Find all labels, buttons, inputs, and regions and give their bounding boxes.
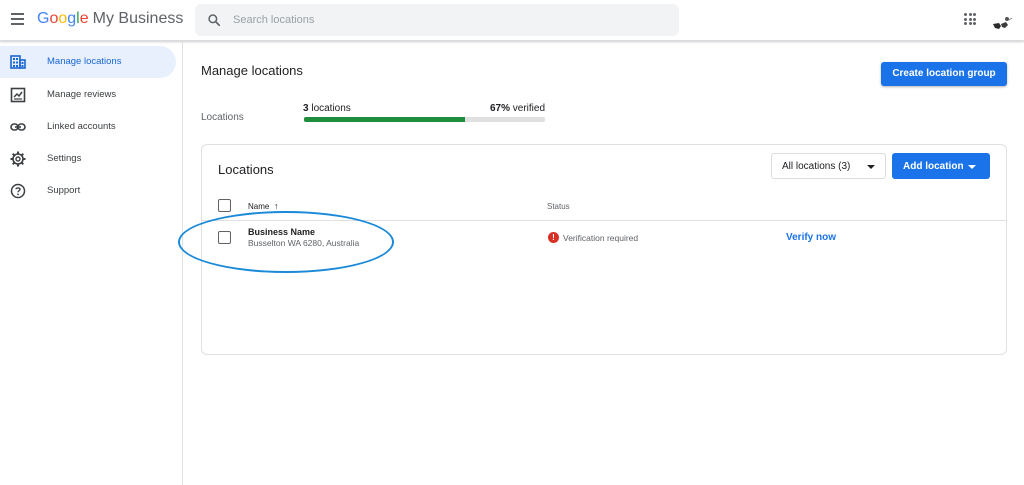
building-icon (10, 55, 26, 69)
sidebar-item-support[interactable]: Support (0, 175, 176, 207)
link-icon (10, 123, 26, 131)
location-filter-dropdown[interactable]: All locations (3) (771, 153, 886, 179)
sidebar-item-settings[interactable]: Settings (0, 143, 176, 175)
logo-letter: g (67, 10, 77, 27)
verified-percent-text: verified (509, 103, 545, 114)
search-icon (208, 14, 221, 27)
verify-now-link[interactable]: Verify now (786, 232, 836, 243)
dropdown-caret-icon (968, 165, 976, 169)
filter-selected-value: All locations (3) (782, 161, 851, 172)
avatar[interactable] (990, 10, 1014, 34)
sort-ascending-icon[interactable]: ↑ (274, 201, 279, 211)
sidebar-item-label: Manage locations (47, 56, 122, 67)
sidebar-item-label: Linked accounts (47, 121, 116, 132)
menu-icon[interactable] (11, 13, 24, 25)
product-name: My Business (92, 10, 184, 27)
dropdown-caret-icon (867, 165, 875, 169)
select-all-checkbox[interactable] (218, 199, 231, 212)
locations-count: 3 locations (303, 103, 351, 114)
verification-progress-bar (304, 117, 545, 122)
gear-icon (10, 151, 26, 167)
logo-letter: o (58, 10, 68, 27)
sidebar-item-manage-reviews[interactable]: Manage reviews (0, 79, 176, 111)
status-text: Verification required (563, 233, 639, 243)
locations-card: Locations All locations (3) Add location… (201, 144, 1007, 355)
column-header-status: Status (547, 202, 570, 211)
sidebar-item-manage-locations[interactable]: Manage locations (0, 46, 176, 78)
create-location-group-button[interactable]: Create location group (881, 62, 1007, 86)
verification-progress-fill (304, 117, 466, 122)
search-bar[interactable] (195, 4, 679, 36)
top-app-bar: Google My Business (0, 0, 1024, 41)
business-name[interactable]: Business Name (248, 227, 315, 237)
error-icon: ! (548, 232, 559, 243)
verified-percentage: 67% verified (440, 103, 545, 114)
business-address: Busselton WA 6280, Australia (248, 238, 360, 248)
sidebar-item-label: Support (47, 185, 81, 196)
table-header-divider (202, 220, 1006, 221)
card-title: Locations (218, 162, 274, 177)
sidebar-item-linked-accounts[interactable]: Linked accounts (0, 111, 176, 143)
add-location-button[interactable]: Add location (892, 153, 990, 179)
locations-summary-label: Locations (201, 112, 244, 123)
product-logo[interactable]: Google My Business (37, 10, 183, 28)
logo-letter: G (37, 10, 50, 27)
logo-letter: e (79, 10, 89, 27)
verified-percent-value: 67% (489, 103, 510, 114)
search-input[interactable] (233, 10, 663, 30)
column-header-name[interactable]: Name (248, 202, 269, 211)
locations-count-text: locations (308, 103, 351, 114)
page-title: Manage locations (201, 63, 303, 78)
help-icon (10, 183, 26, 199)
add-location-label: Add location (903, 161, 964, 172)
review-icon (10, 87, 26, 103)
sidebar-item-label: Manage reviews (47, 89, 117, 100)
sidebar-item-label: Settings (47, 153, 82, 164)
sidebar-nav: Manage locations Manage reviews Linked a… (0, 41, 183, 485)
row-checkbox[interactable] (218, 231, 231, 244)
apps-grid-icon[interactable] (964, 13, 976, 25)
